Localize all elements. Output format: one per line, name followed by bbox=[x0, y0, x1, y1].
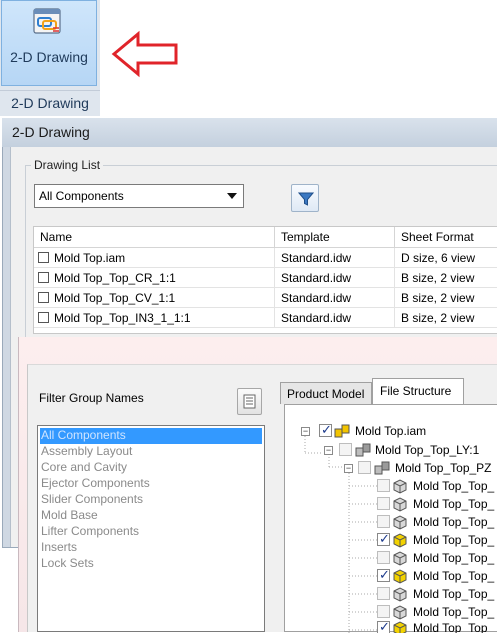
ribbon-group-label: 2-D Drawing bbox=[0, 90, 100, 114]
list-item[interactable]: Mold Base bbox=[40, 508, 98, 524]
tree-leaf[interactable]: Mold Top_Top_ bbox=[285, 531, 497, 549]
tab-product-model[interactable]: Product Model bbox=[280, 382, 372, 404]
list-item[interactable]: Core and Cavity bbox=[40, 460, 127, 476]
tree-checkbox[interactable] bbox=[377, 531, 390, 547]
cell-sheet-format: D size, 6 view bbox=[401, 251, 476, 265]
drawing-list-table: Name Template Sheet Format Mold Top.iam … bbox=[33, 226, 497, 334]
cell-template: Standard.idw bbox=[275, 268, 395, 288]
table-row[interactable]: Mold Top.iam Standard.idw D size, 6 view bbox=[34, 248, 497, 268]
filter-group-list[interactable]: All Components Assembly Layout Core and … bbox=[37, 425, 265, 632]
table-row[interactable]: Mold Top_Top_IN3_1_1:1 Standard.idw B si… bbox=[34, 308, 497, 328]
tab-file-structure[interactable]: File Structure bbox=[372, 378, 464, 405]
chevron-down-icon[interactable] bbox=[227, 193, 237, 199]
tree-checkbox[interactable] bbox=[377, 567, 390, 583]
tree-leaf[interactable]: Mold Top_Top_ bbox=[285, 549, 497, 567]
column-header-name[interactable]: Name bbox=[34, 227, 275, 248]
filter-icon bbox=[298, 192, 314, 206]
tree-leaf[interactable]: Mold Top_Top_ bbox=[285, 619, 497, 633]
collapse-icon[interactable]: − bbox=[344, 464, 353, 473]
tree-checkbox[interactable] bbox=[377, 587, 390, 600]
combo-value: All Components bbox=[39, 189, 124, 203]
assembly-icon bbox=[355, 443, 371, 457]
tree-leaf[interactable]: Mold Top_Top_ bbox=[285, 567, 497, 585]
part-icon bbox=[393, 533, 407, 548]
assembly-icon bbox=[334, 424, 350, 438]
list-item[interactable]: Assembly Layout bbox=[40, 444, 132, 460]
part-icon bbox=[393, 605, 407, 620]
tree-node-label: Mold Top_Top_ bbox=[413, 533, 495, 547]
table-row[interactable]: Mold Top_Top_CV_1:1 Standard.idw B size,… bbox=[34, 288, 497, 308]
list-item[interactable]: Ejector Components bbox=[40, 476, 150, 492]
list-item[interactable]: Slider Components bbox=[40, 492, 143, 508]
tree-node-label: Mold Top_Top_ bbox=[413, 605, 495, 619]
tree-checkbox[interactable] bbox=[339, 443, 352, 456]
tree-checkbox[interactable] bbox=[377, 619, 390, 633]
assembly-icon bbox=[374, 461, 390, 475]
tree-leaf[interactable]: Mold Top_Top_ bbox=[285, 477, 497, 495]
list-item[interactable]: Lock Sets bbox=[40, 556, 94, 572]
tree-leaf[interactable]: Mold Top_Top_ bbox=[285, 495, 497, 513]
tree-node-label: Mold Top_Top_ bbox=[413, 497, 495, 511]
tree-node-level2[interactable]: − Mold Top_Top_PZ bbox=[285, 459, 497, 477]
tree-node-label: Mold Top_Top_ bbox=[413, 587, 495, 601]
column-header-template[interactable]: Template bbox=[275, 227, 395, 248]
part-icon bbox=[393, 569, 407, 584]
tree-checkbox[interactable] bbox=[377, 515, 390, 528]
tree-node-label: Mold Top_Top_LY:1 bbox=[375, 443, 480, 457]
list-item[interactable]: Lifter Components bbox=[40, 524, 139, 540]
cell-sheet-format: B size, 2 view bbox=[401, 311, 475, 325]
tree-checkbox[interactable] bbox=[377, 479, 390, 492]
dialog-title: 2-D Drawing bbox=[2, 118, 497, 147]
cell-name: Mold Top_Top_CV_1:1 bbox=[48, 288, 275, 308]
tree-leaf[interactable]: Mold Top_Top_ bbox=[285, 585, 497, 603]
tree-node-label: Mold Top_Top_ bbox=[413, 621, 495, 633]
collapse-icon[interactable]: − bbox=[324, 446, 333, 455]
drawing-icon bbox=[33, 8, 61, 34]
part-icon bbox=[393, 497, 407, 512]
cell-template: Standard.idw bbox=[275, 288, 395, 308]
tree-leaf[interactable]: Mold Top_Top_ bbox=[285, 513, 497, 531]
cell-name: Mold Top_Top_IN3_1_1:1 bbox=[48, 308, 275, 328]
ribbon-button-label: 2-D Drawing bbox=[10, 49, 88, 65]
tree-node-level1[interactable]: − Mold Top_Top_LY:1 bbox=[285, 441, 497, 459]
properties-button[interactable] bbox=[237, 388, 262, 415]
part-icon bbox=[393, 621, 407, 633]
tree-checkbox[interactable] bbox=[319, 422, 332, 438]
tree-node-label: Mold Top_Top_ bbox=[413, 479, 495, 493]
part-icon bbox=[393, 587, 407, 602]
tree-checkbox[interactable] bbox=[377, 497, 390, 510]
file-structure-tree: − Mold Top.iam − Mold Top_Top_LY:1 − Mol… bbox=[284, 404, 497, 633]
cell-template: Standard.idw bbox=[275, 248, 395, 268]
collapse-icon[interactable]: − bbox=[301, 427, 310, 436]
part-icon bbox=[393, 479, 407, 494]
drawing-list-label: Drawing List bbox=[31, 158, 104, 172]
tree-node-label: Mold Top.iam bbox=[355, 424, 427, 438]
column-header-sheet-format[interactable]: Sheet Format bbox=[395, 227, 497, 248]
part-icon bbox=[393, 551, 407, 566]
tree-checkbox[interactable] bbox=[377, 605, 390, 618]
table-row[interactable]: Mold Top_Top_CR_1:1 Standard.idw B size,… bbox=[34, 268, 497, 288]
tree-checkbox[interactable] bbox=[377, 551, 390, 564]
cell-template: Standard.idw bbox=[275, 308, 395, 328]
tree-node-label: Mold Top_Top_ bbox=[413, 569, 495, 583]
cell-name: Mold Top_Top_CR_1:1 bbox=[48, 268, 275, 288]
tree-node-label: Mold Top_Top_ bbox=[413, 551, 495, 565]
part-icon bbox=[393, 515, 407, 530]
tree-node-root[interactable]: − Mold Top.iam bbox=[285, 422, 497, 440]
tree-node-label: Mold Top_Top_ bbox=[413, 515, 495, 529]
cell-sheet-format: B size, 2 view bbox=[401, 291, 475, 305]
tree-checkbox[interactable] bbox=[358, 461, 371, 474]
list-item[interactable]: All Components bbox=[40, 428, 262, 444]
properties-icon bbox=[243, 394, 256, 409]
filter-button[interactable] bbox=[291, 184, 319, 212]
component-filter-combo[interactable]: All Components bbox=[34, 184, 244, 208]
filter-group-names-label: Filter Group Names bbox=[39, 391, 144, 405]
list-item[interactable]: Inserts bbox=[40, 540, 77, 556]
tree-node-label: Mold Top_Top_PZ bbox=[395, 461, 492, 475]
red-arrow-annotation-icon bbox=[111, 30, 178, 78]
cell-sheet-format: B size, 2 view bbox=[401, 271, 475, 285]
cell-name: Mold Top.iam bbox=[48, 248, 275, 268]
